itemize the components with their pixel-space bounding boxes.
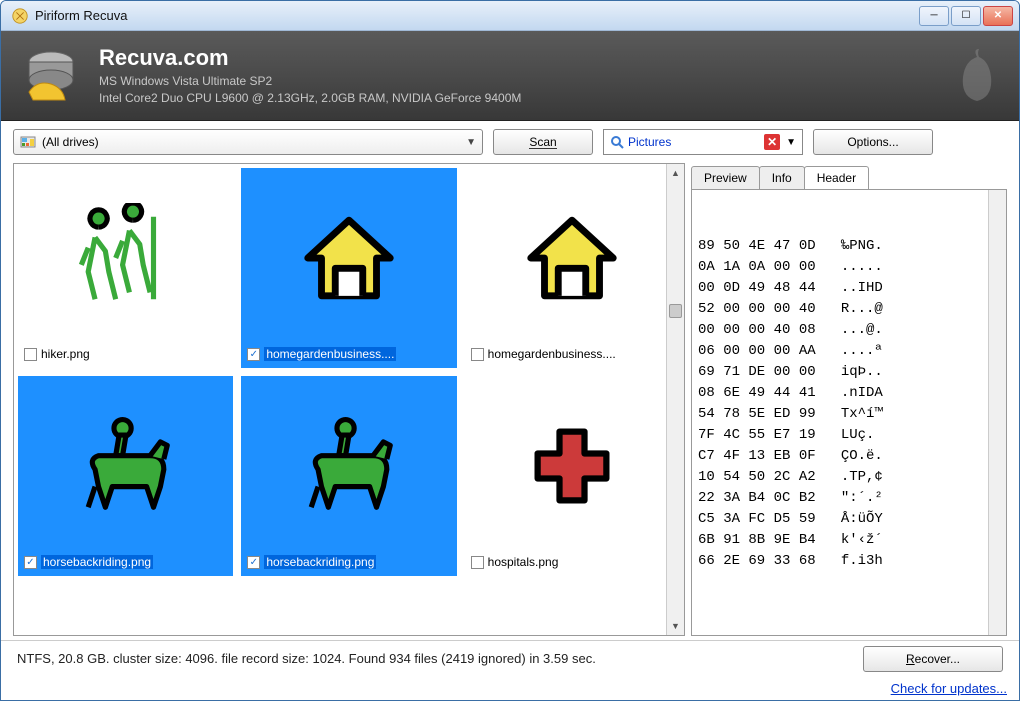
content-area: hiker.png ✓ homegardenbusiness.... homegard… xyxy=(1,163,1019,640)
check-updates-link[interactable]: Check for updates... xyxy=(891,681,1007,696)
thumbnail-label-row: hiker.png xyxy=(22,344,229,364)
scroll-thumb[interactable] xyxy=(669,304,682,318)
thumbnail-label-row: ✓ horsebackriding.png xyxy=(245,552,452,572)
banner-title: Recuva.com xyxy=(99,45,521,71)
recover-button[interactable]: Recover... xyxy=(863,646,1003,672)
thumbnail-checkbox[interactable] xyxy=(471,556,484,569)
thumbnail-filename: hospitals.png xyxy=(488,555,559,569)
thumbnail-item[interactable]: homegardenbusiness.... xyxy=(465,168,680,368)
scan-label: Scan xyxy=(529,136,556,149)
thumbnails-container: hiker.png ✓ homegardenbusiness.... homegard… xyxy=(14,164,684,635)
hex-viewer: 89 50 4E 47 0D ‰PNG. 0A 1A 0A 00 00 ....… xyxy=(691,189,1007,636)
thumbnail-item[interactable]: ✓ homegardenbusiness.... xyxy=(241,168,456,368)
thumbnail-item[interactable]: hospitals.png xyxy=(465,376,680,576)
thumbnail-filename: homegardenbusiness.... xyxy=(264,347,396,361)
banner-os-line: MS Windows Vista Ultimate SP2 xyxy=(99,73,521,90)
thumbnail-item[interactable]: ✓ horsebackriding.png xyxy=(18,376,233,576)
banner-text: Recuva.com MS Windows Vista Ultimate SP2… xyxy=(99,45,521,107)
minimize-button[interactable]: ─ xyxy=(919,6,949,26)
thumbnail-item[interactable]: ✓ horsebackriding.png xyxy=(241,376,456,576)
thumbnail-image xyxy=(469,380,676,552)
filter-label: Pictures xyxy=(628,135,671,149)
thumbnail-filename: hiker.png xyxy=(41,347,90,361)
thumbnail-image xyxy=(22,380,229,552)
filter-selector[interactable]: Pictures ✕ ▼ xyxy=(603,129,803,155)
maximize-button[interactable]: ☐ xyxy=(951,6,981,26)
hex-scrollbar[interactable] xyxy=(988,190,1006,635)
scroll-up-icon[interactable]: ▲ xyxy=(667,164,684,182)
app-window: Piriform Recuva ─ ☐ ✕ Recuva.com MS Wind… xyxy=(0,0,1020,701)
tab-info[interactable]: Info xyxy=(759,166,805,189)
status-text: NTFS, 20.8 GB. cluster size: 4096. file … xyxy=(17,651,863,666)
thumbnail-item[interactable]: hiker.png xyxy=(18,168,233,368)
scroll-down-icon[interactable]: ▼ xyxy=(667,617,684,635)
window-controls: ─ ☐ ✕ xyxy=(919,6,1013,26)
window-title: Piriform Recuva xyxy=(35,8,919,23)
scan-button[interactable]: Scan xyxy=(493,129,593,155)
detail-panel: Preview Info Header 89 50 4E 47 0D ‰PNG.… xyxy=(691,163,1007,636)
results-pane: hiker.png ✓ homegardenbusiness.... homegard… xyxy=(13,163,685,636)
results-scrollbar[interactable]: ▲ ▼ xyxy=(666,164,684,635)
search-icon xyxy=(610,135,624,149)
thumbnail-image xyxy=(245,172,452,344)
thumbnail-label-row: ✓ homegardenbusiness.... xyxy=(245,344,452,364)
header-banner: Recuva.com MS Windows Vista Ultimate SP2… xyxy=(1,31,1019,121)
tab-preview[interactable]: Preview xyxy=(691,166,760,189)
drive-icon xyxy=(20,134,36,150)
thumbnail-filename: horsebackriding.png xyxy=(41,555,153,569)
thumbnails-grid: hiker.png ✓ homegardenbusiness.... homegard… xyxy=(18,168,680,576)
drive-selector[interactable]: (All drives) ▼ xyxy=(13,129,483,155)
drive-label: (All drives) xyxy=(42,135,99,149)
chevron-down-icon: ▼ xyxy=(466,137,476,148)
chevron-down-icon: ▼ xyxy=(786,137,796,148)
footer: Check for updates... xyxy=(1,676,1019,700)
clear-filter-icon[interactable]: ✕ xyxy=(764,134,780,150)
thumbnail-filename: homegardenbusiness.... xyxy=(488,347,616,361)
piriform-pear-icon xyxy=(953,47,1001,103)
thumbnail-image xyxy=(22,172,229,344)
app-icon xyxy=(11,7,29,25)
options-label: Options... xyxy=(847,135,898,149)
thumbnail-filename: horsebackriding.png xyxy=(264,555,376,569)
titlebar: Piriform Recuva ─ ☐ ✕ xyxy=(1,1,1019,31)
scroll-track[interactable] xyxy=(667,182,684,617)
hex-content: 89 50 4E 47 0D ‰PNG. 0A 1A 0A 00 00 ....… xyxy=(698,236,1000,572)
thumbnail-label-row: ✓ horsebackriding.png xyxy=(22,552,229,572)
thumbnail-label-row: homegardenbusiness.... xyxy=(469,344,676,364)
thumbnail-checkbox[interactable]: ✓ xyxy=(247,556,260,569)
options-button[interactable]: Options... xyxy=(813,129,933,155)
banner-logo-icon xyxy=(19,44,83,108)
tab-header[interactable]: Header xyxy=(804,166,869,189)
toolbar: (All drives) ▼ Scan Pictures ✕ ▼ Options… xyxy=(1,121,1019,163)
banner-hw-line: Intel Core2 Duo CPU L9600 @ 2.13GHz, 2.0… xyxy=(99,90,521,107)
thumbnail-checkbox[interactable]: ✓ xyxy=(24,556,37,569)
thumbnail-image xyxy=(245,380,452,552)
thumbnail-checkbox[interactable] xyxy=(471,348,484,361)
close-button[interactable]: ✕ xyxy=(983,6,1013,26)
recover-label: Recover... xyxy=(906,652,960,666)
thumbnail-label-row: hospitals.png xyxy=(469,552,676,572)
thumbnail-checkbox[interactable]: ✓ xyxy=(247,348,260,361)
thumbnail-image xyxy=(469,172,676,344)
thumbnail-checkbox[interactable] xyxy=(24,348,37,361)
detail-tabs: Preview Info Header xyxy=(691,163,1007,189)
status-bar: NTFS, 20.8 GB. cluster size: 4096. file … xyxy=(1,640,1019,676)
